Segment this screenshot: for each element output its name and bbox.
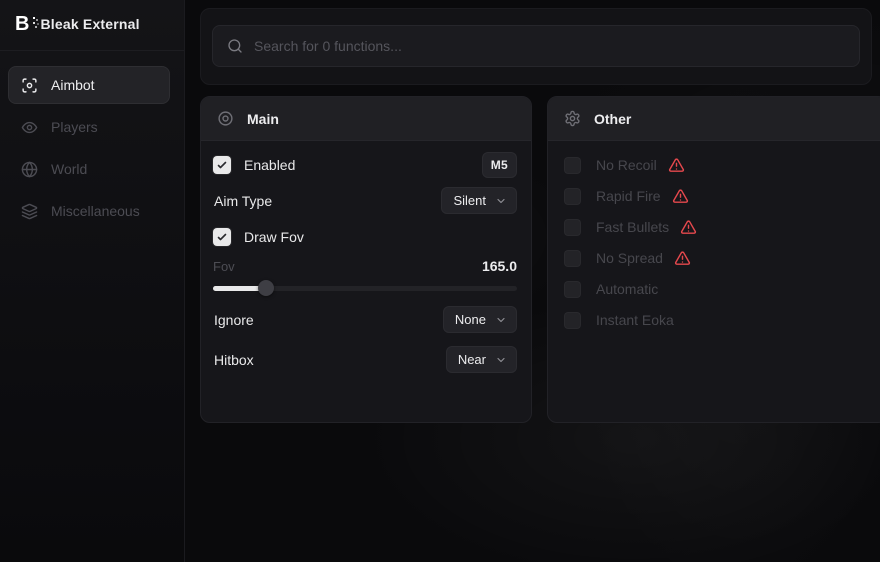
sidebar-item-miscellaneous[interactable]: Miscellaneous <box>8 192 170 230</box>
automatic-checkbox[interactable] <box>564 281 581 298</box>
rapid-fire-checkbox[interactable] <box>564 188 581 205</box>
enabled-label: Enabled <box>244 157 295 173</box>
fov-slider-thumb[interactable] <box>258 280 274 296</box>
hitbox-value: Near <box>458 352 486 367</box>
sidebar-item-players[interactable]: Players <box>8 108 170 146</box>
no-spread-checkbox[interactable] <box>564 250 581 267</box>
layers-icon <box>21 203 38 220</box>
instant-eoka-checkbox[interactable] <box>564 312 581 329</box>
enabled-keybind-button[interactable]: M5 <box>482 152 517 178</box>
search-icon <box>227 38 243 54</box>
search-input[interactable] <box>254 38 845 54</box>
sidebar-item-label: Miscellaneous <box>51 203 140 219</box>
fast-bullets-label: Fast Bullets <box>596 219 669 235</box>
warning-triangle-icon <box>672 188 689 205</box>
no-spread-label: No Spread <box>596 250 663 266</box>
other-panel: Other No Recoil Rapid Fire Fast Bullets … <box>547 96 880 423</box>
main-panel: Main Enabled M5 Aim Type Silent Draw Fov… <box>200 96 532 423</box>
sidebar-item-label: Aimbot <box>51 77 95 93</box>
aim-type-label: Aim Type <box>214 193 272 209</box>
no-recoil-checkbox[interactable] <box>564 157 581 174</box>
ignore-dropdown[interactable]: None <box>443 306 517 333</box>
gear-icon <box>564 110 581 127</box>
rapid-fire-label: Rapid Fire <box>596 188 661 204</box>
sidebar: B Bleak External Aimbot Players World <box>0 0 185 562</box>
enabled-row: Enabled M5 <box>213 152 517 178</box>
brand: B Bleak External <box>15 11 140 37</box>
sidebar-divider <box>0 50 184 51</box>
search-box[interactable] <box>212 25 860 67</box>
globe-icon <box>21 161 38 178</box>
aim-type-row: Aim Type Silent <box>213 187 517 214</box>
chevron-down-icon <box>495 354 507 366</box>
sidebar-item-label: Players <box>51 119 98 135</box>
brand-title: Bleak External <box>40 16 139 32</box>
draw-fov-label: Draw Fov <box>244 229 304 245</box>
fov-value: 165.0 <box>482 258 517 274</box>
fast-bullets-checkbox[interactable] <box>564 219 581 236</box>
brand-logo-icon: B <box>15 14 29 34</box>
aim-type-value: Silent <box>453 193 486 208</box>
aim-type-dropdown[interactable]: Silent <box>441 187 517 214</box>
ignore-row: Ignore None <box>213 306 517 333</box>
hitbox-label: Hitbox <box>214 352 254 368</box>
target-icon <box>217 110 234 127</box>
chevron-down-icon <box>495 195 507 207</box>
no-recoil-label: No Recoil <box>596 157 657 173</box>
hitbox-dropdown[interactable]: Near <box>446 346 517 373</box>
automatic-label: Automatic <box>596 281 658 297</box>
warning-triangle-icon <box>668 157 685 174</box>
sidebar-nav: Aimbot Players World Miscellaneous <box>8 66 170 234</box>
eye-icon <box>21 119 38 136</box>
other-row-no-spread: No Spread <box>564 246 873 270</box>
topbar <box>200 8 872 85</box>
main-panel-header: Main <box>201 97 531 141</box>
main-panel-title: Main <box>247 111 279 127</box>
fov-slider[interactable] <box>213 283 517 293</box>
other-row-instant-eoka: Instant Eoka <box>564 308 873 332</box>
ignore-label: Ignore <box>214 312 254 328</box>
sidebar-item-label: World <box>51 161 87 177</box>
chevron-down-icon <box>495 314 507 326</box>
other-row-fast-bullets: Fast Bullets <box>564 215 873 239</box>
sidebar-item-aimbot[interactable]: Aimbot <box>8 66 170 104</box>
focus-icon <box>21 77 38 94</box>
other-panel-header: Other <box>548 97 880 141</box>
enabled-checkbox[interactable] <box>213 156 231 174</box>
sidebar-item-world[interactable]: World <box>8 150 170 188</box>
draw-fov-row: Draw Fov <box>213 224 517 250</box>
fov-row: Fov 165.0 <box>213 257 517 275</box>
other-row-no-recoil: No Recoil <box>564 153 873 177</box>
draw-fov-checkbox[interactable] <box>213 228 231 246</box>
hitbox-row: Hitbox Near <box>213 346 517 373</box>
other-row-automatic: Automatic <box>564 277 873 301</box>
warning-triangle-icon <box>680 219 697 236</box>
other-panel-title: Other <box>594 111 631 127</box>
warning-triangle-icon <box>674 250 691 267</box>
other-row-rapid-fire: Rapid Fire <box>564 184 873 208</box>
ignore-value: None <box>455 312 486 327</box>
instant-eoka-label: Instant Eoka <box>596 312 674 328</box>
fov-label: Fov <box>213 259 235 274</box>
